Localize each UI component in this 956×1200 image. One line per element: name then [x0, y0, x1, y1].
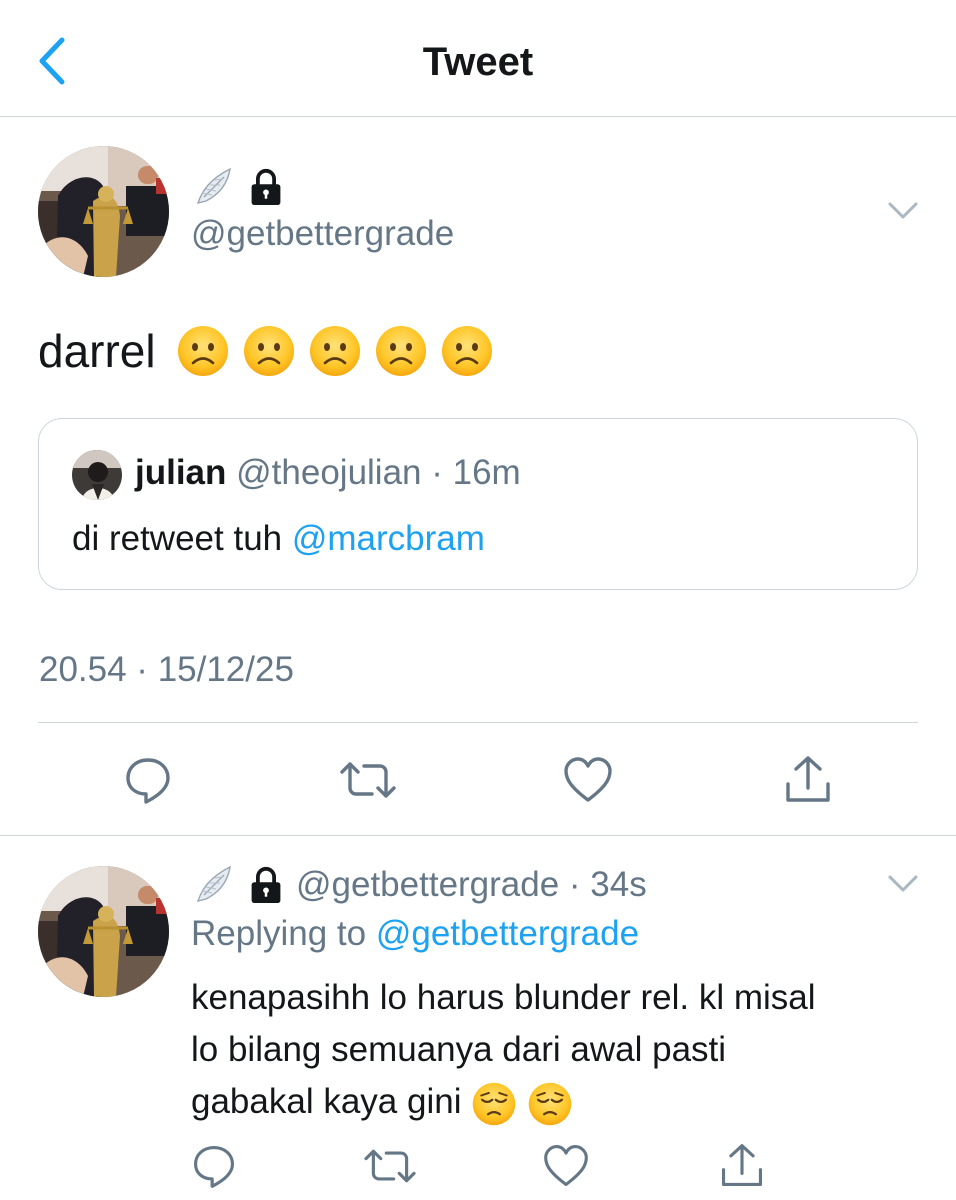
user-handle[interactable]: @getbettergrade	[191, 214, 454, 254]
frowning-face-icon	[242, 324, 296, 378]
section-divider	[0, 835, 956, 836]
retweet-button[interactable]	[338, 750, 398, 810]
quote-mention-link[interactable]: @marcbram	[292, 519, 485, 558]
reply-avatar[interactable]	[38, 866, 169, 997]
retweet-icon	[340, 762, 396, 798]
reply-line: kenapasihh lo harus blunder rel. kl misa…	[191, 978, 816, 1017]
reply-line: lo bilang semuanya dari awal pasti	[191, 1030, 727, 1069]
heart-icon	[544, 1145, 588, 1187]
comment-icon	[126, 758, 170, 804]
divider	[38, 722, 918, 723]
share-icon	[786, 756, 830, 802]
quote-text-body: di retweet tuh	[72, 519, 292, 558]
chevron-down-icon	[888, 875, 918, 892]
quote-author-meta: @theojulian · 16m	[236, 453, 521, 492]
frowning-face-icon	[308, 324, 362, 378]
share-button[interactable]	[778, 750, 838, 810]
like-button[interactable]	[536, 1136, 596, 1196]
retweet-icon	[364, 1149, 416, 1183]
lock-icon	[248, 865, 284, 905]
reply-handle-time[interactable]: @getbettergrade · 34s	[296, 865, 647, 905]
tweet-timestamp: 20.54 · 15/12/25	[39, 650, 294, 689]
pensive-face-icon	[527, 1081, 573, 1127]
tweet-actions	[0, 750, 956, 810]
replying-to-link[interactable]: @getbettergrade	[376, 914, 639, 953]
quote-header: julian @theojulian · 16m	[135, 453, 521, 493]
page-title: Tweet	[422, 40, 534, 84]
frowning-face-icon	[176, 324, 230, 378]
emoji-row	[176, 324, 494, 378]
reply-header: @getbettergrade · 34s	[192, 862, 647, 908]
quote-author-name[interactable]: julian	[135, 453, 226, 492]
reply-button[interactable]	[184, 1136, 244, 1196]
emoji-row	[471, 1081, 573, 1127]
replying-to: Replying to @getbettergrade	[191, 914, 639, 954]
wing-emoji-icon	[192, 165, 236, 209]
reply-text: kenapasihh lo harus blunder rel. kl misa…	[191, 972, 911, 1128]
frowning-face-icon	[440, 324, 494, 378]
retweet-button[interactable]	[360, 1136, 420, 1196]
quote-text: di retweet tuh @marcbram	[72, 519, 485, 559]
share-button[interactable]	[712, 1136, 772, 1196]
tweet-text-word: darrel	[38, 325, 156, 377]
avatar[interactable]	[38, 146, 169, 277]
chevron-down-icon	[888, 202, 918, 219]
like-button[interactable]	[558, 750, 618, 810]
top-bar: Tweet	[0, 0, 956, 117]
reply-button[interactable]	[118, 750, 178, 810]
quoted-tweet[interactable]: julian @theojulian · 16m di retweet tuh …	[38, 418, 918, 590]
reply-line-last: gabakal kaya gini	[191, 1076, 911, 1128]
display-name[interactable]	[192, 164, 284, 210]
reply-menu-button[interactable]	[884, 868, 922, 898]
tweet-text: darrel	[38, 318, 494, 384]
pensive-face-icon	[471, 1081, 517, 1127]
tweet-menu-button[interactable]	[884, 195, 922, 225]
reply-actions	[0, 1136, 956, 1196]
reply-line-text: gabakal kaya gini	[191, 1082, 462, 1121]
comment-icon	[193, 1145, 235, 1188]
quote-avatar[interactable]	[72, 450, 122, 500]
frowning-face-icon	[374, 324, 428, 378]
share-icon	[721, 1144, 763, 1187]
lock-icon	[248, 167, 284, 207]
wing-emoji-icon	[192, 863, 236, 907]
replying-to-label: Replying to	[191, 914, 367, 953]
heart-icon	[564, 757, 612, 802]
